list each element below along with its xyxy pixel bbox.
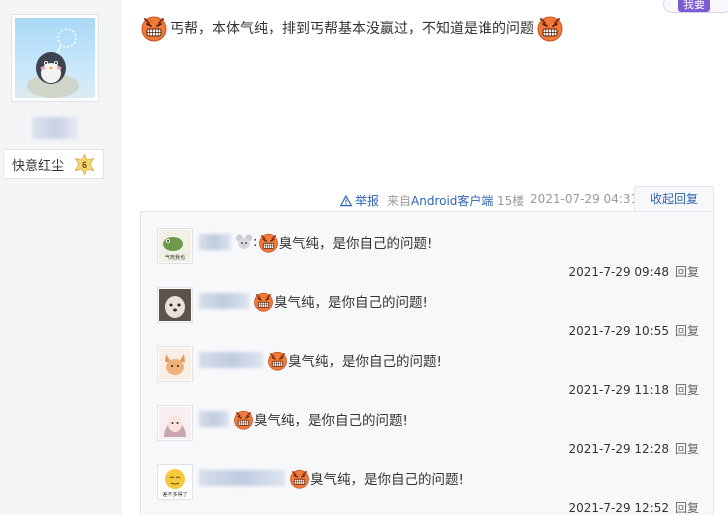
comment-text: 臭气纯，是你自己的问题! bbox=[288, 354, 442, 370]
reply-button[interactable]: 回复 bbox=[675, 265, 699, 279]
comment-user-blurred[interactable] bbox=[199, 470, 285, 486]
author-column: 快意红尘 6 bbox=[0, 0, 121, 515]
comment-item: 臭气纯，是你自己的问题! 2021-7-29 11:18 回复 bbox=[141, 346, 713, 405]
comment-time: 2021-7-29 12:52 bbox=[568, 501, 669, 515]
comment-meta: 2021-7-29 11:18 回复 bbox=[568, 381, 699, 398]
angry-grin-emoji-icon bbox=[289, 468, 310, 489]
report-label: 举报 bbox=[355, 194, 380, 208]
warning-triangle-icon bbox=[340, 194, 352, 206]
comment-line: 臭气纯，是你自己的问题! bbox=[199, 346, 442, 374]
avatar-girl-image bbox=[159, 407, 191, 439]
comment-meta: 2021-7-29 10:55 回复 bbox=[568, 322, 699, 339]
comment-avatar[interactable] bbox=[157, 346, 193, 382]
avatar-emoji-image: 差不多得了 bbox=[159, 466, 191, 498]
comment-item: 气死我也 : 臭气纯，是你自己的问题! 2021-7-29 09:48 回复 bbox=[141, 228, 713, 287]
mouse-face-icon bbox=[236, 234, 252, 249]
comment-meta: 2021-7-29 09:48 回复 bbox=[568, 263, 699, 280]
post-content: 丐帮，本体气纯，排到丐帮基本没赢过，不知道是谁的问题 bbox=[140, 14, 728, 42]
penguin-illustration bbox=[27, 28, 79, 98]
comment-user-blurred[interactable] bbox=[199, 293, 249, 309]
avatar-dog-image bbox=[159, 289, 191, 321]
source-text: 来自Android客户端 bbox=[387, 192, 493, 209]
post-text: 丐帮，本体气纯，排到丐帮基本没赢过，不知道是谁的问题 bbox=[170, 21, 534, 37]
comment-time: 2021-7-29 12:28 bbox=[568, 442, 669, 456]
post-time: 2021-07-29 04:31 bbox=[530, 192, 639, 206]
comment-line: 臭气纯，是你自己的问题! bbox=[199, 287, 428, 315]
angry-grin-emoji-icon bbox=[233, 409, 254, 430]
author-name-blurred[interactable] bbox=[32, 117, 78, 139]
source-app-link[interactable]: Android客户端 bbox=[411, 194, 493, 208]
top-right-button[interactable]: 我要 bbox=[663, 0, 728, 13]
comment-list: 气死我也 : 臭气纯，是你自己的问题! 2021-7-29 09:48 回复 臭… bbox=[140, 211, 714, 515]
angry-grin-emoji-icon bbox=[253, 291, 274, 312]
comment-item: 臭气纯，是你自己的问题! 2021-7-29 10:55 回复 bbox=[141, 287, 713, 346]
author-title-text: 快意红尘 bbox=[12, 158, 65, 174]
comment-time: 2021-7-29 11:18 bbox=[568, 383, 669, 397]
avatar-fox-image bbox=[159, 348, 191, 380]
comment-avatar[interactable]: 差不多得了 bbox=[157, 464, 193, 500]
comment-user-blurred[interactable] bbox=[199, 234, 231, 250]
angry-grin-emoji-icon bbox=[140, 14, 168, 42]
comment-time: 2021-7-29 09:48 bbox=[568, 265, 669, 279]
avatar-caption: 气死我也 bbox=[165, 254, 185, 261]
reply-button[interactable]: 回复 bbox=[675, 442, 699, 456]
angry-grin-emoji-icon bbox=[258, 232, 279, 253]
comment-user-blurred[interactable] bbox=[199, 411, 229, 427]
reply-button[interactable]: 回复 bbox=[675, 383, 699, 397]
avatar-frog-image: 气死我也 bbox=[159, 230, 191, 262]
author-avatar[interactable] bbox=[11, 14, 99, 102]
comment-avatar[interactable] bbox=[157, 287, 193, 323]
comment-line: 臭气纯，是你自己的问题! bbox=[199, 405, 408, 433]
comment-line: 臭气纯，是你自己的问题! bbox=[199, 464, 464, 492]
comment-text: 臭气纯，是你自己的问题! bbox=[278, 236, 433, 252]
comment-text: 臭气纯，是你自己的问题! bbox=[274, 295, 428, 311]
collapse-replies-button[interactable]: 收起回复 bbox=[634, 186, 714, 212]
comment-text: 臭气纯，是你自己的问题! bbox=[254, 413, 408, 429]
comment-line: : 臭气纯，是你自己的问题! bbox=[199, 228, 432, 256]
angry-grin-emoji-icon bbox=[267, 350, 288, 371]
level-number: 6 bbox=[82, 160, 87, 170]
floor-number: 15楼 bbox=[497, 194, 525, 208]
avatar-image bbox=[15, 18, 95, 98]
comment-meta: 2021-7-29 12:52 回复 bbox=[568, 499, 699, 515]
reply-button[interactable]: 回复 bbox=[675, 324, 699, 338]
avatar-caption: 差不多得了 bbox=[162, 491, 187, 498]
reply-button[interactable]: 回复 bbox=[675, 501, 699, 515]
top-right-button-label: 我要 bbox=[678, 0, 710, 12]
angry-grin-emoji-icon bbox=[536, 14, 564, 42]
comment-time: 2021-7-29 10:55 bbox=[568, 324, 669, 338]
comment-meta: 2021-7-29 12:28 回复 bbox=[568, 440, 699, 457]
source-prefix: 来自 bbox=[387, 194, 412, 208]
comment-item: 臭气纯，是你自己的问题! 2021-7-29 12:28 回复 bbox=[141, 405, 713, 464]
comment-text: 臭气纯，是你自己的问题! bbox=[310, 472, 464, 488]
report-link[interactable]: 举报 bbox=[340, 192, 379, 209]
comment-avatar[interactable]: 气死我也 bbox=[157, 228, 193, 264]
comment-avatar[interactable] bbox=[157, 405, 193, 441]
post-tail: 举报 来自Android客户端 15楼 2021-07-29 04:31 收起回… bbox=[140, 186, 728, 212]
star-badge-icon[interactable]: 6 bbox=[74, 154, 95, 175]
comment-item: 差不多得了 臭气纯，是你自己的问题! 2021-7-29 12:52 回复 bbox=[141, 464, 713, 515]
comment-user-blurred[interactable] bbox=[199, 352, 263, 368]
